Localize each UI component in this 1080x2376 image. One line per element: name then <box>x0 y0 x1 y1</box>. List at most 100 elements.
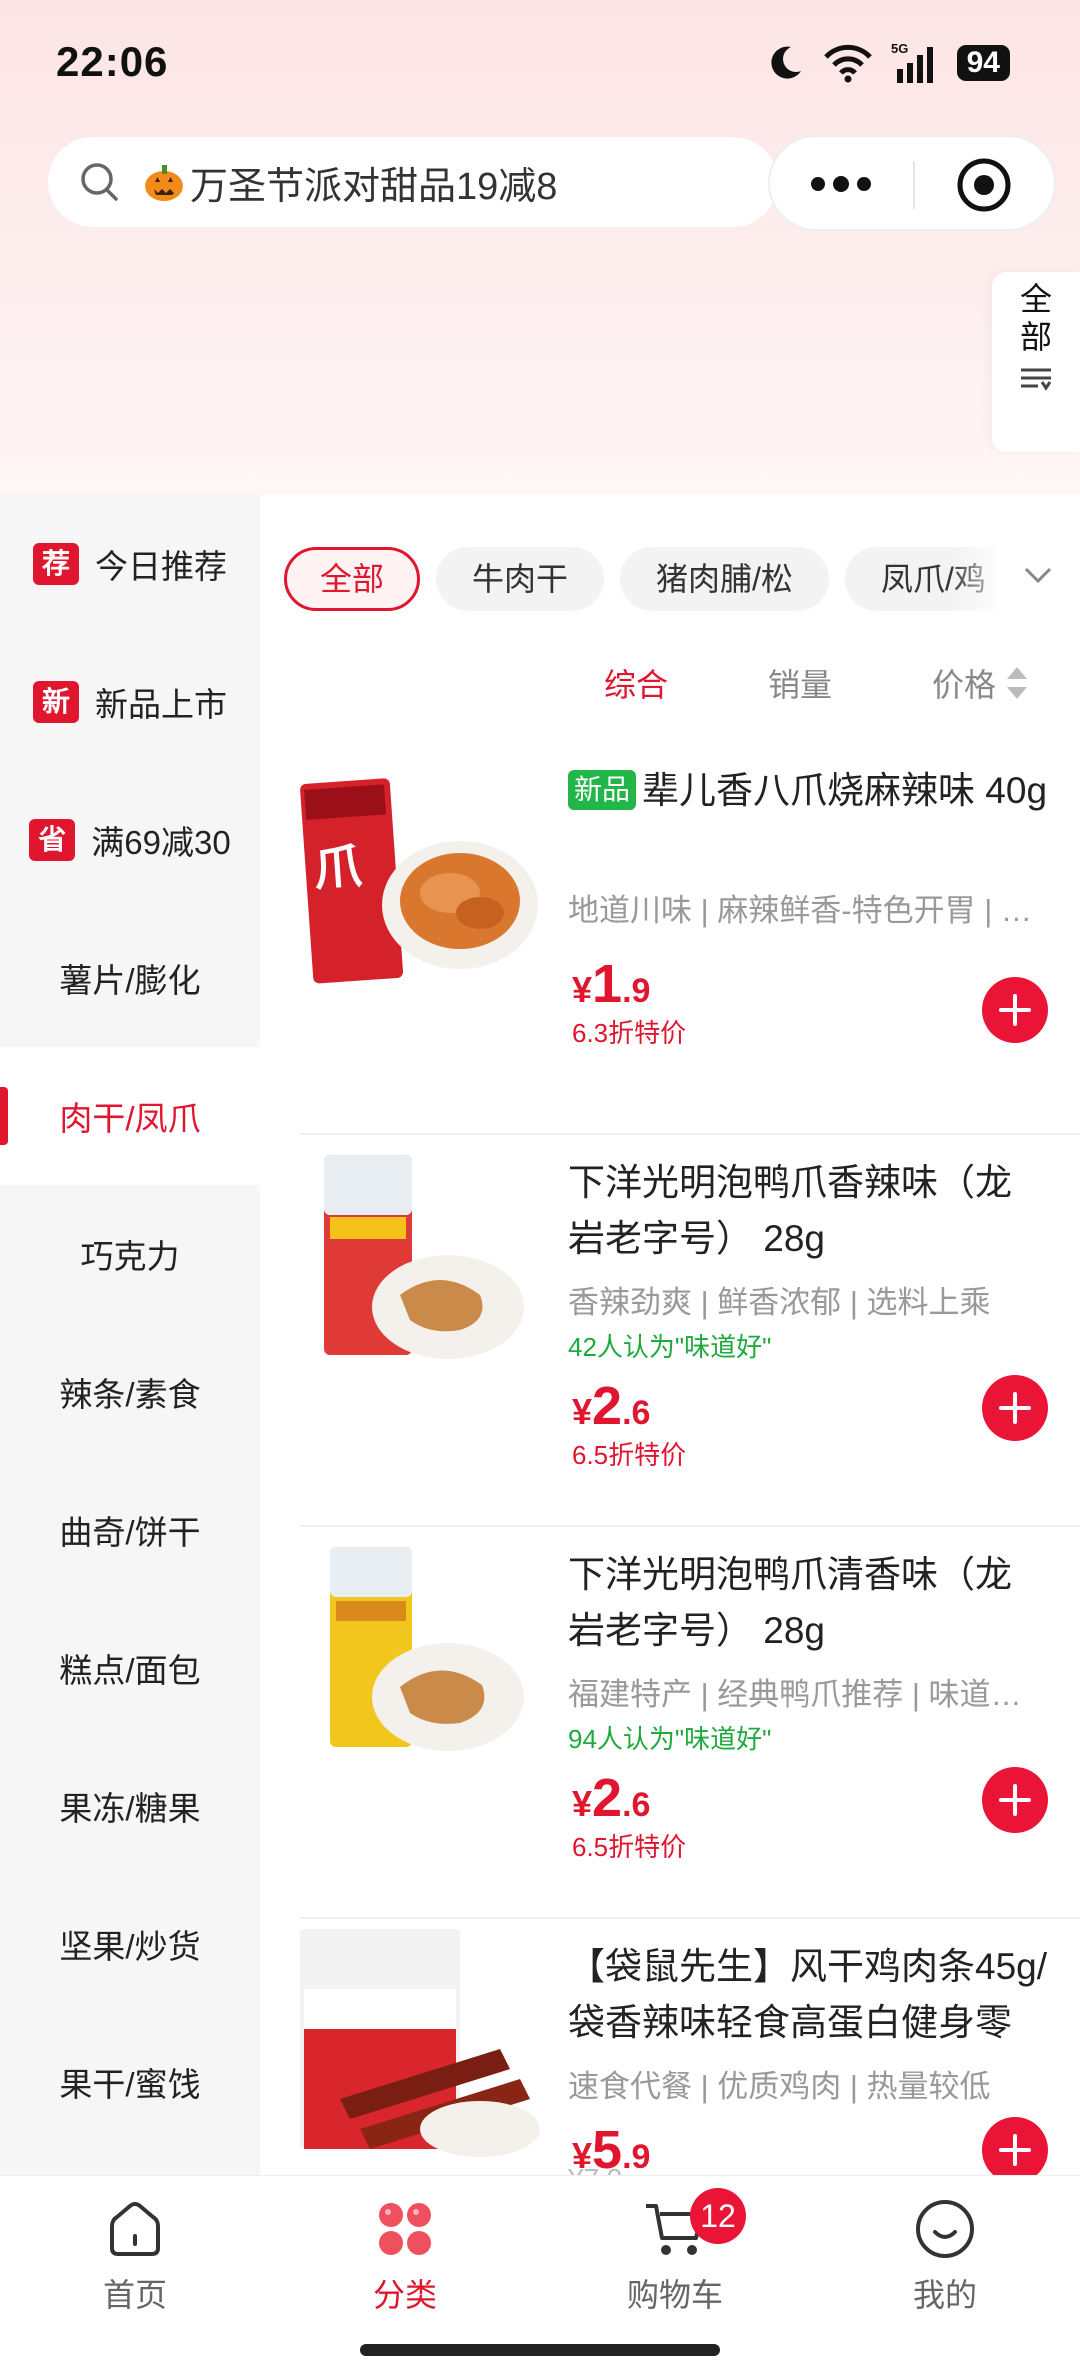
sidebar-item-today-recommend[interactable]: 荐 今日推荐 <box>0 495 260 633</box>
product-card[interactable]: 下洋光明泡鸭爪香辣味（龙岩老字号） 28g 香辣劲爽 | 鲜香浓郁 | 选料上乘… <box>300 1135 1080 1527</box>
sidebar-item-label: 果冻/糖果 <box>59 1790 201 1827</box>
nav-home-label: 首页 <box>102 2277 167 2313</box>
sidebar-item-spicy-strips[interactable]: 辣条/素食 <box>0 1323 260 1461</box>
moon-icon <box>771 46 801 79</box>
add-to-cart-button[interactable] <box>982 2117 1048 2175</box>
sort-sales[interactable]: 销量 <box>768 660 832 706</box>
nav-cart[interactable]: 12 购物车 <box>540 2176 810 2335</box>
sort-price[interactable]: 价格 <box>932 660 1030 706</box>
praise-count: 42人认为"味道好" <box>568 1332 772 1362</box>
nav-mine-label: 我的 <box>912 2277 977 2313</box>
sidebar-item-dried-fruit[interactable]: 果干/蜜饯 <box>0 2013 260 2151</box>
new-product-badge: 新品 <box>568 770 637 810</box>
nav-cart-label: 购物车 <box>626 2277 723 2313</box>
more-icon[interactable] <box>810 173 872 195</box>
add-to-cart-button[interactable] <box>982 977 1048 1043</box>
praise-count: 94人认为"味道好" <box>568 1724 772 1754</box>
close-target-icon[interactable] <box>956 157 1012 213</box>
sidebar-item-label: 新品上市 <box>95 686 227 723</box>
product-price: ¥2.6 <box>572 1768 651 1828</box>
product-tags: 速食代餐 | 优质鸡肉 | 热量较低 <box>568 2069 991 2104</box>
product-image: 爪 <box>300 753 540 993</box>
search-icon <box>81 163 118 201</box>
product-tags: 地道川味 | 麻辣鲜香-特色开胃 | 休闲零食 <box>568 893 1038 928</box>
sidebar-item-label: 果干/蜜饯 <box>59 2066 201 2103</box>
recommend-tag: 荐 <box>33 543 79 585</box>
sidebar-item-pastry[interactable]: 糕点/面包 <box>0 1599 260 1737</box>
cart-count-badge: 12 <box>690 2188 746 2244</box>
product-title: 下洋光明泡鸭爪香辣味（龙岩老字号） 28g <box>568 1162 1012 1259</box>
product-tags: 福建特产 | 经典鸭爪推荐 | 味道鲜美 <box>568 1677 1038 1712</box>
svg-text:5G: 5G <box>891 41 908 56</box>
pumpkin-icon <box>145 165 183 201</box>
product-card[interactable]: 【袋鼠先生】风干鸡肉条45g/袋香辣味轻食高蛋白健身零食 速食代餐 | 优质鸡肉… <box>300 1919 1080 2175</box>
sidebar-item-label: 巧克力 <box>80 1238 180 1275</box>
product-image <box>300 1537 540 1777</box>
status-icons: 5G 94 <box>765 40 1010 86</box>
nav-mine[interactable]: 我的 <box>810 2176 1080 2335</box>
sidebar-item-jerky[interactable]: 肉干/凤爪 <box>0 1047 260 1185</box>
sidebar-item-label: 曲奇/饼干 <box>59 1514 201 1551</box>
all-categories-tab[interactable]: 全部 <box>992 272 1080 452</box>
subcategory-chips: 全部 牛肉干 猪肉脯/松 凤爪/鸡 <box>284 540 996 620</box>
sidebar-item-label: 满69减30 <box>91 824 231 861</box>
product-card[interactable]: 下洋光明泡鸭爪清香味（龙岩老字号） 28g 福建特产 | 经典鸭爪推荐 | 味道… <box>300 1527 1080 1919</box>
chip-all[interactable]: 全部 <box>284 547 421 611</box>
sidebar-item-label: 今日推荐 <box>95 548 227 585</box>
wifi-icon <box>823 44 872 83</box>
product-image <box>300 1145 540 1385</box>
status-bar: 22:06 5G 94 <box>0 0 1080 125</box>
bottom-nav: 首页 分类 12 购物车 我的 <box>0 2175 1080 2335</box>
product-title: 【袋鼠先生】风干鸡肉条45g/袋香辣味轻食高蛋白健身零食 <box>568 1946 1048 2043</box>
list-filter-icon <box>1021 368 1052 391</box>
sidebar-item-label: 坚果/炒货 <box>59 1928 201 1965</box>
chevron-down-icon[interactable] <box>1022 564 1054 586</box>
sidebar-item-chocolate[interactable]: 巧克力 <box>0 1185 260 1323</box>
search-bar[interactable]: 万圣节派对甜品19减8 <box>48 137 778 227</box>
sidebar-item-nuts[interactable]: 坚果/炒货 <box>0 1875 260 2013</box>
smile-icon <box>916 2200 974 2258</box>
all-categories-label: 全部 <box>1019 281 1052 355</box>
svg-text:爪: 爪 <box>312 838 364 897</box>
sidebar-item-label: 辣条/素食 <box>59 1376 201 1413</box>
sort-arrows-icon <box>1007 667 1028 699</box>
product-tags: 香辣劲爽 | 鲜香浓郁 | 选料上乘 <box>568 1285 991 1320</box>
add-to-cart-button[interactable] <box>982 1375 1048 1441</box>
sidebar-item-label: 薯片/膨化 <box>59 962 201 999</box>
discount-label: 6.5折特价 <box>572 1832 687 1862</box>
battery-indicator: 94 <box>956 45 1010 81</box>
product-price: ¥2.6 <box>572 1376 651 1436</box>
category-icon <box>379 2203 431 2255</box>
discount-label: 6.3折特价 <box>572 1018 687 1048</box>
home-indicator[interactable] <box>360 2344 720 2356</box>
sidebar-item-cookies[interactable]: 曲奇/饼干 <box>0 1461 260 1599</box>
save-tag: 省 <box>29 819 76 861</box>
home-icon <box>110 2202 160 2256</box>
chip-beef-jerky[interactable]: 牛肉干 <box>436 547 605 611</box>
product-image <box>300 1929 540 2169</box>
sidebar-item-discount[interactable]: 省 满69减30 <box>0 771 260 909</box>
nav-category-label: 分类 <box>372 2277 437 2313</box>
chip-pork-floss[interactable]: 猪肉脯/松 <box>620 547 829 611</box>
sort-price-label: 价格 <box>932 667 997 703</box>
search-placeholder: 万圣节派对甜品19减8 <box>190 165 558 208</box>
product-price: ¥1.9 <box>572 954 651 1014</box>
sidebar-item-new-arrivals[interactable]: 新 新品上市 <box>0 633 260 771</box>
sidebar-item-chips[interactable]: 薯片/膨化 <box>0 909 260 1047</box>
status-time: 22:06 <box>56 38 169 85</box>
discount-label: 6.5折特价 <box>572 1440 687 1470</box>
product-title: 新品 辈儿香八爪烧麻辣味 40g <box>568 763 1048 819</box>
product-card[interactable]: 爪 新品辈儿香八爪烧麻辣味 40g 地道川味 | 麻辣鲜香-特色开胃 | 休闲零… <box>300 743 1080 1135</box>
sort-comprehensive[interactable]: 综合 <box>604 660 668 706</box>
signal-icon: 5G <box>891 41 933 83</box>
mini-program-capsule <box>768 135 1056 231</box>
nav-home[interactable]: 首页 <box>0 2176 270 2335</box>
sidebar-item-label: 糕点/面包 <box>59 1652 201 1689</box>
new-tag: 新 <box>33 681 79 723</box>
original-price: ¥7.9 <box>568 2163 623 2175</box>
sidebar-item-candy[interactable]: 果冻/糖果 <box>0 1737 260 1875</box>
sort-bar: 综合 销量 价格 <box>604 655 1030 711</box>
nav-category[interactable]: 分类 <box>270 2176 540 2335</box>
add-to-cart-button[interactable] <box>982 1767 1048 1833</box>
sidebar-item-label: 肉干/凤爪 <box>59 1100 201 1137</box>
